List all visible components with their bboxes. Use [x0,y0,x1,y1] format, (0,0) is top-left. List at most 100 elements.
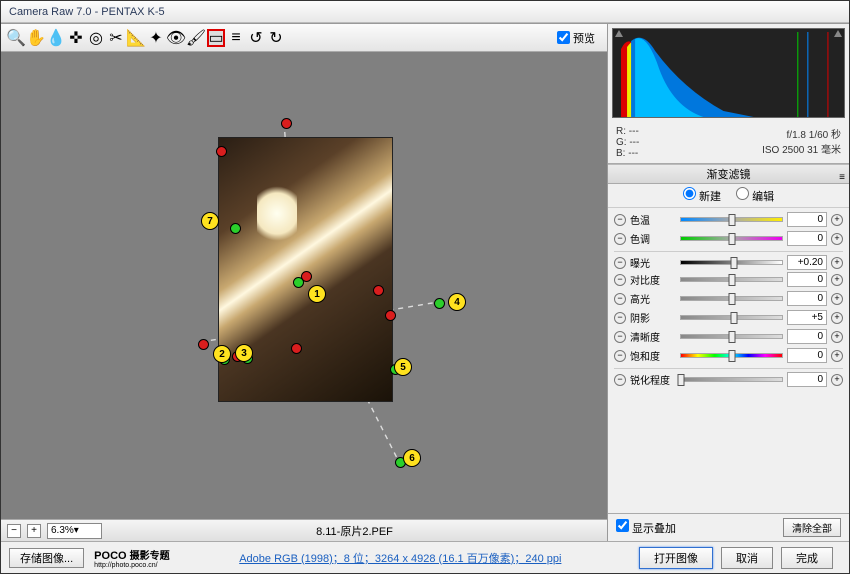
slider-track[interactable] [680,217,783,222]
slider-value[interactable]: 0 [787,372,827,387]
white-balance-icon[interactable]: 💧 [47,29,65,47]
slider-thumb[interactable] [728,274,735,286]
slider-thumb[interactable] [728,331,735,343]
minus-button[interactable]: − [614,233,626,245]
plus-button[interactable]: + [831,257,843,269]
plus-button[interactable]: + [831,293,843,305]
slider-value[interactable]: 0 [787,231,827,246]
slider-track[interactable] [680,277,783,282]
poco-logo: POCO 摄影专题http://photo.poco.cn/ [94,547,169,569]
save-image-button[interactable]: 存储图像... [9,548,84,568]
minus-button[interactable]: − [614,331,626,343]
cancel-button[interactable]: 取消 [721,547,773,569]
shadow-clip-icon[interactable] [615,30,623,37]
zoom-tool-icon[interactable]: 🔍 [7,29,25,47]
minus-button[interactable]: − [614,257,626,269]
minus-button[interactable]: − [614,312,626,324]
graduated-filter-icon[interactable]: ▭ [207,29,225,47]
gradient-pin-red[interactable] [216,146,227,157]
adjustment-brush-icon[interactable]: 🖌 [187,29,205,47]
slider-thumb[interactable] [728,350,735,362]
gradient-pin-green[interactable] [434,298,445,309]
metadata-link[interactable]: Adobe RGB (1998)；8 位；3264 x 4928 (16.1 百… [239,553,561,565]
plus-button[interactable]: + [831,233,843,245]
slider-thumb[interactable] [730,257,737,269]
titlebar: Camera Raw 7.0 - PENTAX K-5 [1,1,849,23]
slider-饱和度: −饱和度 0 + [614,346,843,365]
slider-value[interactable]: 0 [787,212,827,227]
annotation-number: 4 [448,293,466,311]
target-adjust-icon[interactable]: ◎ [87,29,105,47]
plus-button[interactable]: + [831,350,843,362]
app-window: Camera Raw 7.0 - PENTAX K-5 🔍 ✋ 💧 ✜ ◎ ✂ … [0,0,850,574]
minus-button[interactable]: − [614,214,626,226]
slider-thumb[interactable] [728,233,735,245]
slider-value[interactable]: 0 [787,329,827,344]
gradient-pin-green[interactable] [293,277,304,288]
slider-track[interactable] [680,296,783,301]
spot-removal-icon[interactable]: ✦ [147,29,165,47]
left-panel: 🔍 ✋ 💧 ✜ ◎ ✂ 📐 ✦ 👁 🖌 ▭ ≡ ↺ ↻ 预览 [1,24,608,541]
list-icon[interactable]: ≡ [227,29,245,47]
plus-button[interactable]: + [831,274,843,286]
minus-button[interactable]: − [614,274,626,286]
slider-value[interactable]: 0 [787,348,827,363]
gradient-pin-red[interactable] [385,310,396,321]
show-overlay-checkbox[interactable]: 显示叠加 [616,519,676,536]
slider-track[interactable] [680,334,783,339]
plus-button[interactable]: + [831,312,843,324]
slider-track[interactable] [680,315,783,320]
slider-track[interactable] [680,260,783,265]
slider-value[interactable]: 0 [787,272,827,287]
panel-menu-icon[interactable]: ≡ [839,168,845,188]
crop-tool-icon[interactable]: ✂ [107,29,125,47]
slider-value[interactable]: +0.20 [787,255,827,270]
minus-button[interactable]: − [614,374,626,386]
slider-锐化程度: −锐化程度0+ [614,368,843,387]
plus-button[interactable]: + [831,331,843,343]
slider-thumb[interactable] [728,214,735,226]
radio-new[interactable]: 新建 [683,191,721,203]
plus-button[interactable]: + [831,214,843,226]
minus-button[interactable]: − [614,293,626,305]
zoom-select[interactable]: 6.3% ▾ [47,523,102,539]
slider-value[interactable]: +5 [787,310,827,325]
annotation-number: 7 [201,212,219,230]
gradient-pin-red[interactable] [198,339,209,350]
done-button[interactable]: 完成 [781,547,833,569]
redeye-icon[interactable]: 👁 [167,29,185,47]
rotate-ccw-icon[interactable]: ↺ [247,29,265,47]
rotate-cw-icon[interactable]: ↻ [267,29,285,47]
gradient-pin-red[interactable] [291,343,302,354]
gradient-pin-red[interactable] [373,285,384,296]
slider-value[interactable]: 0 [787,291,827,306]
open-image-button[interactable]: 打开图像 [639,547,713,569]
bottom-bar: 存储图像... POCO 摄影专题http://photo.poco.cn/ A… [1,541,849,573]
slider-track[interactable] [680,377,783,382]
slider-thumb[interactable] [728,293,735,305]
zoom-out-button[interactable]: − [7,524,21,538]
clear-all-button[interactable]: 清除全部 [783,518,841,537]
hand-tool-icon[interactable]: ✋ [27,29,45,47]
annotation-number: 5 [394,358,412,376]
canvas[interactable]: 1234567 [1,52,607,519]
preview-checkbox[interactable]: 预览 [557,30,595,46]
slider-色温: −色温0+ [614,210,843,229]
radio-edit[interactable]: 编辑 [736,191,774,203]
gradient-pin-red[interactable] [281,118,292,129]
minus-button[interactable]: − [614,350,626,362]
right-panel: R: --- G: --- B: --- f/1.8 1/60 秒 ISO 25… [608,24,849,541]
straighten-icon[interactable]: 📐 [127,29,145,47]
slider-track[interactable] [680,353,783,358]
color-sampler-icon[interactable]: ✜ [67,29,85,47]
highlight-clip-icon[interactable] [834,30,842,37]
overlay-row: 显示叠加 清除全部 [608,513,849,541]
gradient-pin-green[interactable] [230,223,241,234]
slider-label: 饱和度 [630,348,676,363]
slider-thumb[interactable] [678,374,685,386]
zoom-in-button[interactable]: + [27,524,41,538]
slider-track[interactable] [680,236,783,241]
plus-button[interactable]: + [831,374,843,386]
annotation-number: 2 [213,345,231,363]
slider-thumb[interactable] [730,312,737,324]
